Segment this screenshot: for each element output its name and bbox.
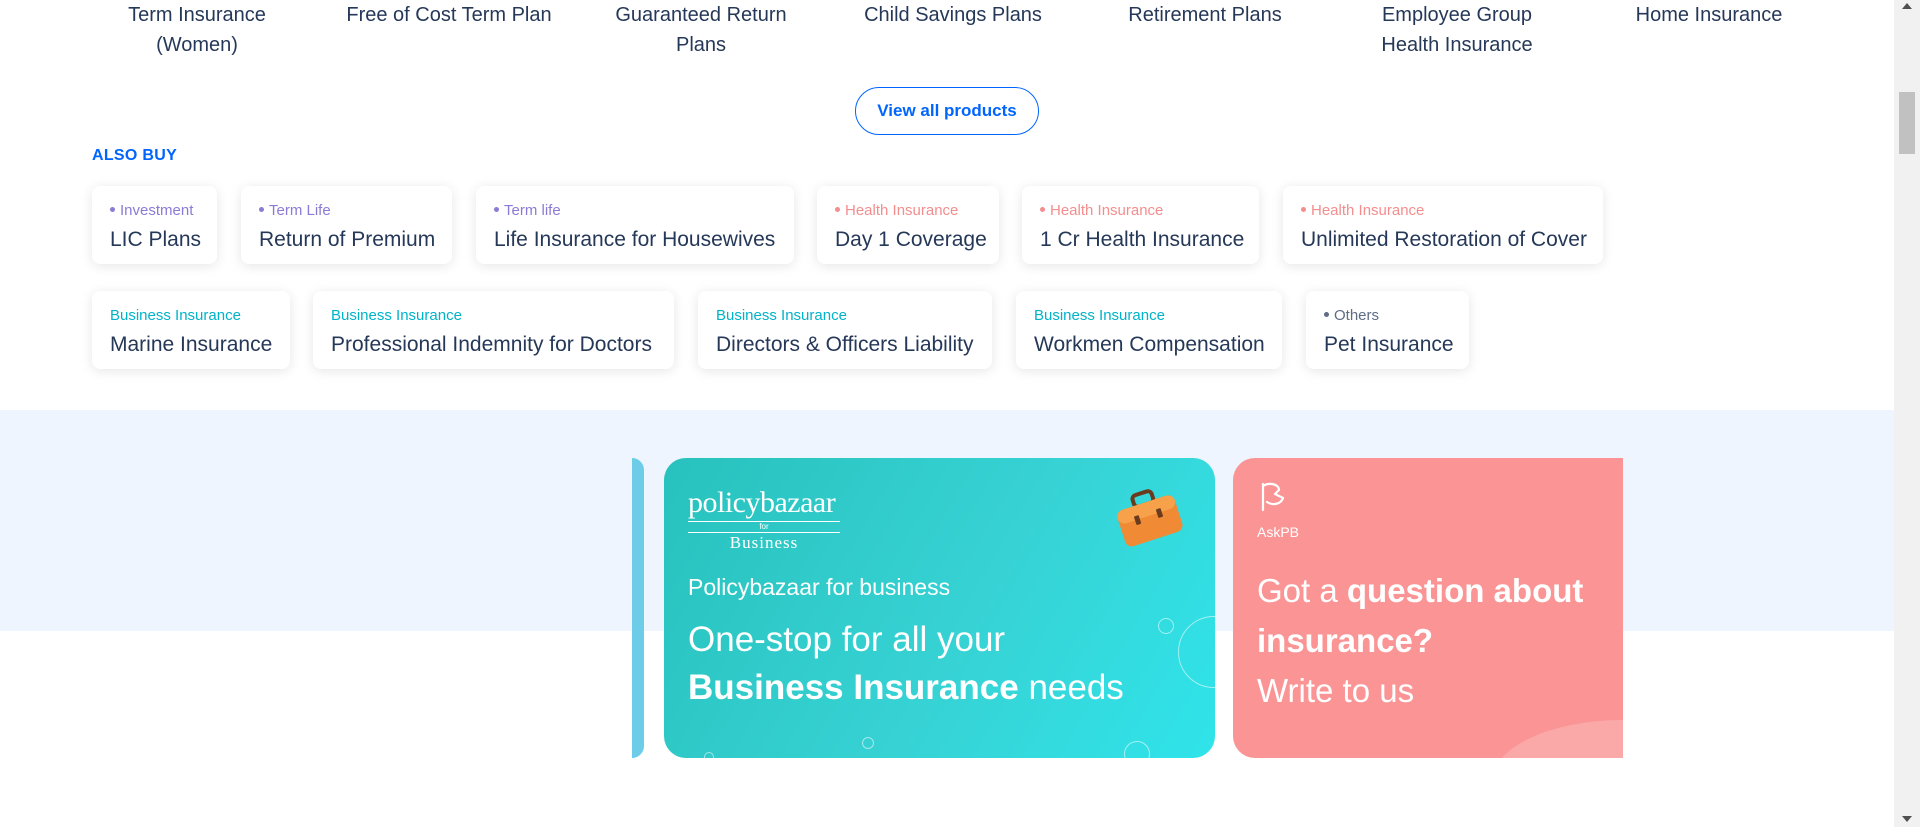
- banner-subtitle: Policybazaar for business: [688, 574, 951, 600]
- chat-bubble-icon: [1261, 482, 1285, 512]
- product-link[interactable]: Child Savings Plans: [848, 0, 1058, 30]
- card-category: Health Insurance: [1301, 202, 1585, 220]
- card-title: 1 Cr Health Insurance: [1040, 228, 1245, 251]
- also-buy-card[interactable]: Business Insurance Directors & Officers …: [698, 291, 992, 369]
- also-buy-card[interactable]: Others Pet Insurance: [1306, 291, 1469, 369]
- banner-headline: One-stop for all your Business Insurance …: [688, 620, 1124, 707]
- card-category: Business Insurance: [716, 307, 847, 324]
- also-buy-card[interactable]: Health Insurance Unlimited Restoration o…: [1283, 186, 1603, 264]
- card-title: Pet Insurance: [1324, 333, 1454, 356]
- vertical-scrollbar[interactable]: [1894, 0, 1920, 827]
- category-dot-icon: [494, 206, 499, 212]
- category-dot-icon: [110, 206, 115, 212]
- scroll-up-arrow-icon[interactable]: [1902, 3, 1912, 9]
- askpb-headline: Got a question about insurance? Write to …: [1257, 572, 1584, 709]
- also-buy-card[interactable]: Health Insurance Day 1 Coverage: [817, 186, 999, 264]
- card-category: Term life: [494, 202, 776, 220]
- card-category: Term Life: [259, 202, 434, 220]
- also-buy-card[interactable]: Business Insurance Professional Indemnit…: [313, 291, 674, 369]
- card-category: Business Insurance: [110, 307, 241, 324]
- briefcase-icon: [1117, 489, 1183, 547]
- card-title: Unlimited Restoration of Cover: [1301, 228, 1587, 251]
- category-dot-icon: [1301, 206, 1306, 212]
- scroll-down-arrow-icon[interactable]: [1902, 816, 1912, 822]
- also-buy-card[interactable]: Term life Life Insurance for Housewives: [476, 186, 794, 264]
- askpb-banner[interactable]: AskPB Got a question about insurance? Wri…: [1233, 458, 1623, 758]
- decorative-circle: [1124, 741, 1150, 758]
- category-dot-icon: [835, 206, 840, 212]
- decorative-wave: [1493, 720, 1623, 758]
- card-category: Investment: [110, 202, 199, 220]
- also-buy-card[interactable]: Health Insurance 1 Cr Health Insurance: [1022, 186, 1259, 264]
- card-category: Health Insurance: [1040, 202, 1241, 220]
- askpb-label: AskPB: [1257, 524, 1300, 540]
- also-buy-card[interactable]: Term Life Return of Premium: [241, 186, 452, 264]
- scrollbar-thumb[interactable]: [1899, 92, 1915, 154]
- product-link[interactable]: Retirement Plans: [1100, 0, 1310, 30]
- business-insurance-banner[interactable]: policybazaar for Business Policybazaar f…: [664, 458, 1215, 758]
- card-title: LIC Plans: [110, 228, 202, 251]
- card-category: Health Insurance: [835, 202, 981, 220]
- card-title: Return of Premium: [259, 228, 436, 251]
- category-dot-icon: [1040, 206, 1045, 212]
- also-buy-card[interactable]: Business Insurance Workmen Compensation: [1016, 291, 1282, 369]
- product-link[interactable]: Employee Group Health Insurance: [1352, 0, 1562, 60]
- card-category: Business Insurance: [331, 307, 462, 324]
- card-title: Marine Insurance: [110, 333, 273, 356]
- also-buy-heading: ALSO BUY: [92, 147, 178, 164]
- also-buy-card[interactable]: Business Insurance Marine Insurance: [92, 291, 290, 369]
- product-link[interactable]: Guaranteed Return Plans: [596, 0, 806, 60]
- card-title: Professional Indemnity for Doctors: [331, 333, 652, 356]
- category-dot-icon: [1324, 311, 1329, 317]
- card-title: Life Insurance for Housewives: [494, 228, 776, 251]
- card-title: Workmen Compensation: [1034, 333, 1265, 356]
- view-all-products-button[interactable]: View all products: [855, 87, 1039, 135]
- product-grid: Term Insurance (Women) Free of Cost Term…: [92, 0, 1792, 60]
- decorative-circle: [862, 737, 874, 749]
- category-dot-icon: [259, 206, 264, 212]
- also-buy-card[interactable]: Investment LIC Plans: [92, 186, 217, 264]
- card-title: Day 1 Coverage: [835, 228, 987, 251]
- decorative-circle: [704, 752, 714, 758]
- product-link[interactable]: Home Insurance: [1604, 0, 1814, 30]
- card-title: Directors & Officers Liability: [716, 333, 974, 356]
- product-link[interactable]: Free of Cost Term Plan: [344, 0, 554, 30]
- policybazaar-business-logo: policybazaar for Business: [688, 488, 848, 553]
- previous-banner-card[interactable]: [632, 458, 644, 758]
- card-category: Business Insurance: [1034, 307, 1165, 324]
- card-category: Others: [1324, 307, 1451, 325]
- product-link[interactable]: Term Insurance (Women): [92, 0, 302, 60]
